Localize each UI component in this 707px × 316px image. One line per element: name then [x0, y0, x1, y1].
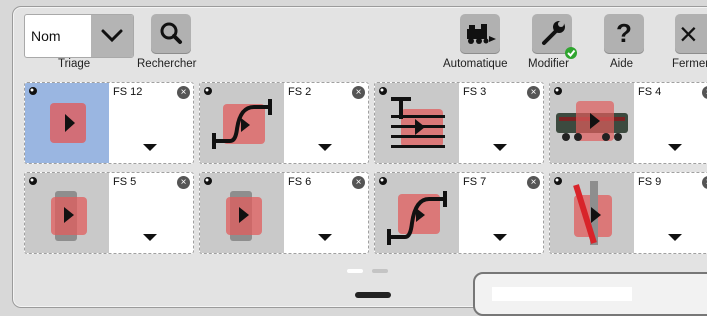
curved-track-icon — [212, 99, 272, 149]
tile-close-icon[interactable]: × — [527, 86, 540, 99]
edit-label: Modifier — [528, 58, 569, 70]
tile-close-icon[interactable]: × — [702, 86, 707, 99]
tile-name: FS 12 — [113, 86, 143, 98]
search-button[interactable] — [151, 14, 191, 54]
pin-icon[interactable] — [202, 175, 214, 187]
tile-fs9[interactable]: FS 9 × — [549, 172, 707, 254]
tile-name: FS 3 — [463, 86, 487, 98]
tile-fs7[interactable]: FS 7 × — [374, 172, 544, 254]
tile-name: FS 4 — [638, 86, 662, 98]
tile-close-icon[interactable]: × — [177, 86, 190, 99]
tile-close-icon[interactable]: × — [702, 176, 707, 189]
pin-icon[interactable] — [27, 85, 39, 97]
bottom-handle[interactable] — [355, 292, 391, 298]
sort-label: Triage — [58, 58, 91, 70]
tile-name: FS 6 — [288, 176, 312, 188]
signal-icon — [51, 191, 87, 241]
bottom-panel-field — [492, 287, 632, 301]
pin-icon[interactable] — [202, 85, 214, 97]
pin-icon[interactable] — [377, 85, 389, 97]
tile-close-icon[interactable]: × — [352, 176, 365, 189]
turnout-icon — [573, 181, 612, 245]
help-icon: ? — [616, 18, 632, 48]
locomotive-icon — [467, 24, 496, 44]
search-icon — [160, 22, 182, 44]
tile-dropdown-icon[interactable] — [143, 144, 157, 151]
page-dot-active[interactable] — [347, 269, 363, 273]
tile-name: FS 9 — [638, 176, 662, 188]
page-dot[interactable] — [372, 269, 388, 273]
tile-fs6[interactable]: FS 6 × — [199, 172, 369, 254]
close-icon: × — [679, 16, 698, 52]
tile-close-icon[interactable]: × — [527, 176, 540, 189]
tile-dropdown-icon[interactable] — [668, 234, 682, 241]
chevron-down-icon — [101, 29, 123, 43]
curved-track-icon — [387, 191, 447, 245]
tile-close-icon[interactable]: × — [352, 86, 365, 99]
locomotive-icon — [556, 101, 628, 141]
tile-fs3[interactable]: FS 3 × — [374, 82, 544, 164]
close-window-button[interactable]: × — [675, 14, 707, 54]
help-label: Aide — [610, 58, 634, 70]
help-button[interactable]: ? — [604, 14, 644, 54]
tile-name: FS 7 — [463, 176, 487, 188]
tile-dropdown-icon[interactable] — [493, 234, 507, 241]
sort-select[interactable]: Nom — [24, 14, 134, 58]
signal-icon — [50, 103, 86, 143]
tile-fs2[interactable]: FS 2 × — [199, 82, 369, 164]
edit-button[interactable] — [532, 14, 577, 59]
tile-dropdown-icon[interactable] — [318, 234, 332, 241]
buffer-stop-icon — [391, 97, 445, 148]
pin-icon[interactable] — [552, 175, 564, 187]
tile-close-icon[interactable]: × — [177, 176, 190, 189]
tile-fs4[interactable]: FS 4 × — [549, 82, 707, 164]
automatic-label: Automatique — [443, 58, 508, 70]
signal-icon — [226, 191, 262, 241]
close-label: Fermer — [672, 58, 707, 70]
tile-name: FS 5 — [113, 176, 137, 188]
automatic-button[interactable] — [460, 14, 500, 54]
tile-fs12[interactable]: FS 12 × — [24, 82, 194, 164]
tile-dropdown-icon[interactable] — [493, 144, 507, 151]
tile-dropdown-icon[interactable] — [318, 144, 332, 151]
tile-dropdown-icon[interactable] — [668, 144, 682, 151]
sort-value: Nom — [31, 28, 61, 44]
tile-name: FS 2 — [288, 86, 312, 98]
search-label: Rechercher — [137, 58, 197, 70]
pin-icon[interactable] — [552, 85, 564, 97]
tile-dropdown-icon[interactable] — [143, 234, 157, 241]
tile-fs5[interactable]: FS 5 × — [24, 172, 194, 254]
pin-icon[interactable] — [377, 175, 389, 187]
pin-icon[interactable] — [27, 175, 39, 187]
sort-dropdown-button[interactable] — [91, 15, 133, 57]
